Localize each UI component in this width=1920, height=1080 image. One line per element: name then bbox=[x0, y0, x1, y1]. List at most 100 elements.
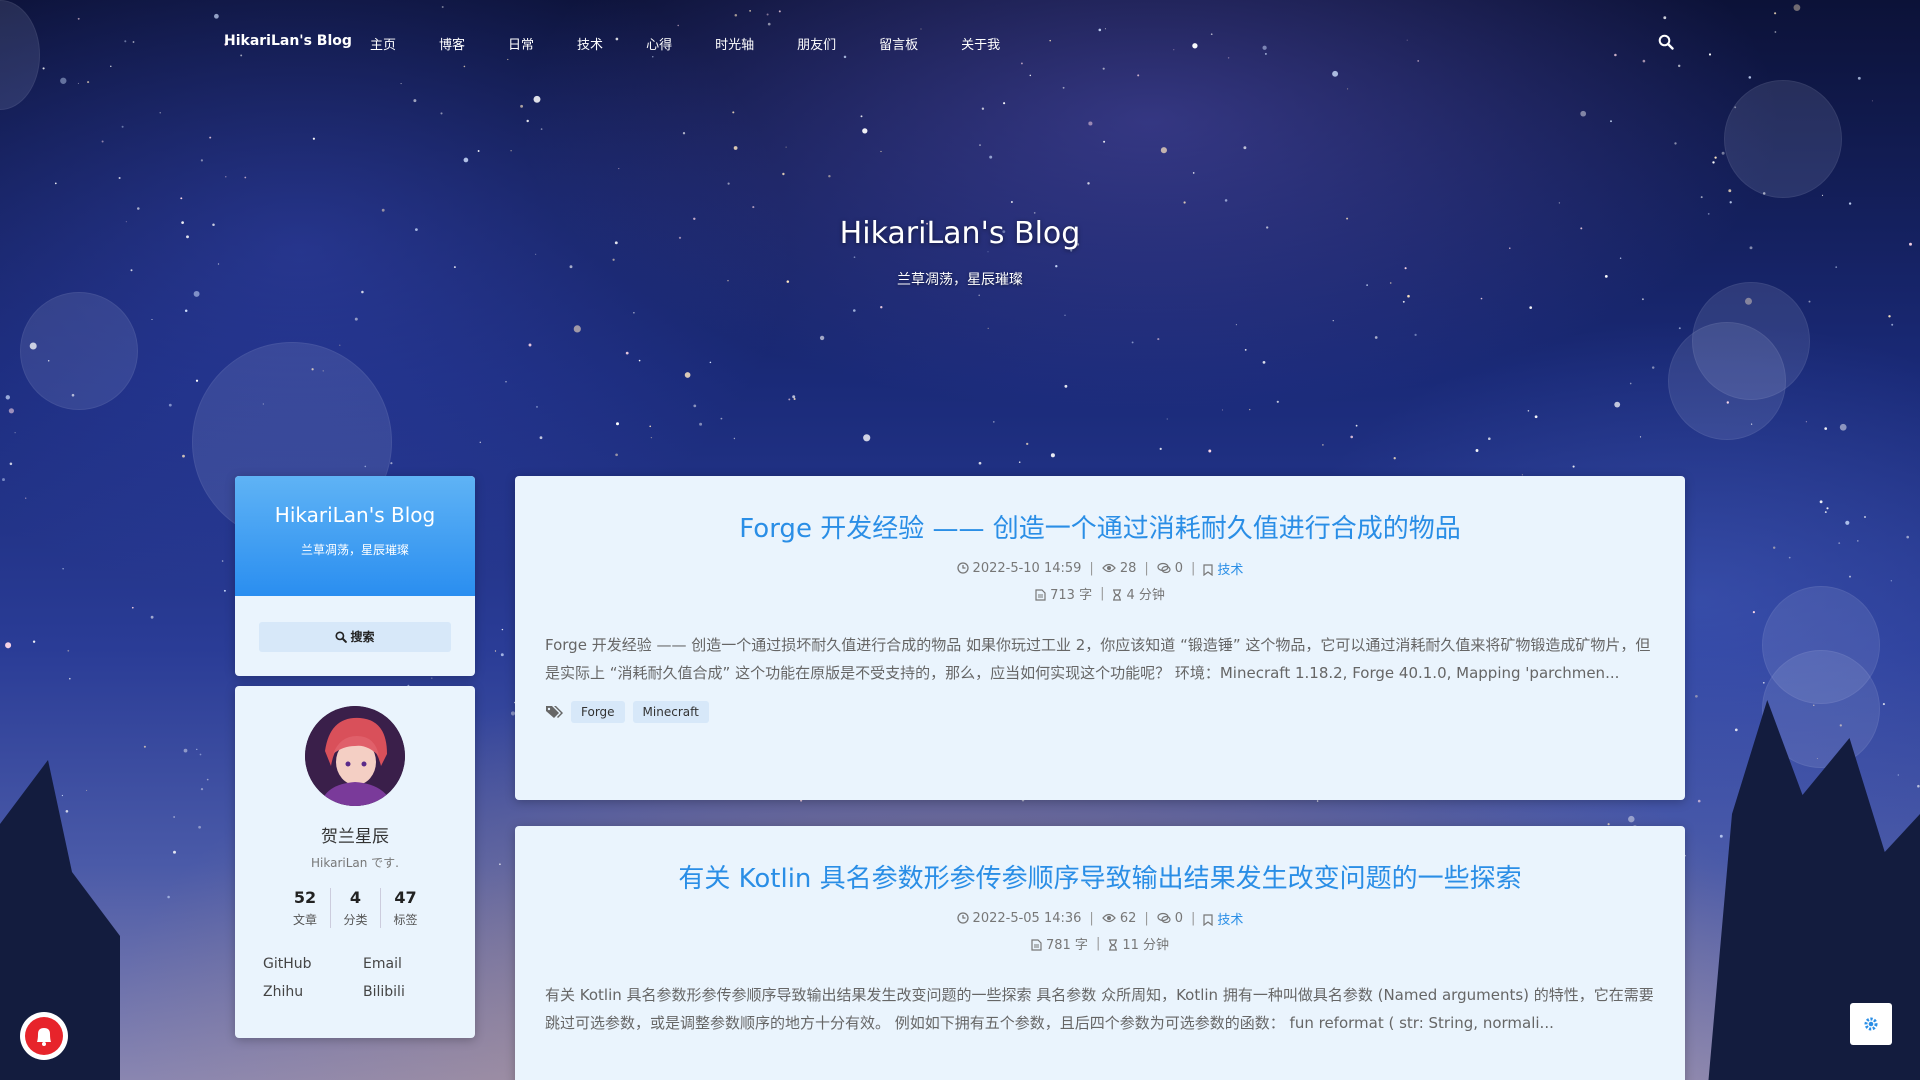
star bbox=[792, 395, 796, 399]
top-navigation: HikariLan's Blog 主页 博客 日常 技术 心得 时光轴 朋友们 … bbox=[0, 0, 1920, 86]
nav-item-daily[interactable]: 日常 bbox=[508, 34, 534, 53]
star bbox=[381, 208, 385, 212]
star bbox=[638, 359, 641, 362]
sidebar-brand-card: HikariLan's Blog 兰草凋荡，星辰璀璨 搜索 bbox=[235, 476, 475, 676]
post-read-time: 4 分钟 bbox=[1112, 584, 1165, 603]
star bbox=[1651, 366, 1655, 369]
star bbox=[633, 312, 635, 314]
star bbox=[143, 745, 146, 748]
star bbox=[1033, 212, 1036, 214]
post-title[interactable]: Forge 开发经验 —— 创造一个通过消耗耐久值进行合成的物品 bbox=[515, 508, 1685, 545]
star bbox=[788, 398, 791, 401]
star bbox=[1393, 457, 1396, 460]
comment-icon bbox=[1157, 562, 1171, 574]
search-icon[interactable] bbox=[1658, 34, 1676, 52]
star bbox=[1018, 461, 1021, 464]
star bbox=[1166, 418, 1168, 420]
post-category[interactable]: 技术 bbox=[1203, 909, 1243, 928]
star bbox=[819, 335, 825, 341]
star bbox=[390, 462, 393, 465]
post-comments: 0 bbox=[1157, 911, 1183, 926]
notification-bell-button[interactable] bbox=[20, 1012, 68, 1060]
post-category[interactable]: 技术 bbox=[1203, 559, 1243, 578]
star bbox=[1845, 520, 1850, 525]
star bbox=[709, 361, 712, 364]
star bbox=[1891, 323, 1894, 326]
nav-item-tech[interactable]: 技术 bbox=[577, 34, 603, 53]
stat-categories-count: 4 bbox=[349, 888, 362, 907]
settings-button[interactable] bbox=[1850, 1003, 1892, 1045]
star bbox=[573, 325, 581, 333]
star bbox=[1917, 784, 1920, 788]
star bbox=[217, 263, 220, 265]
tag-forge[interactable]: Forge bbox=[571, 701, 625, 723]
star bbox=[1712, 161, 1715, 164]
sidebar-brand-title[interactable]: HikariLan's Blog bbox=[235, 476, 475, 527]
star bbox=[494, 650, 497, 652]
star bbox=[1607, 823, 1610, 826]
nav-item-notes[interactable]: 心得 bbox=[646, 34, 672, 53]
stat-posts[interactable]: 52 文章 bbox=[280, 888, 330, 928]
star bbox=[981, 107, 985, 110]
link-email[interactable]: Email bbox=[363, 956, 463, 972]
star bbox=[863, 434, 871, 442]
star bbox=[1350, 435, 1354, 439]
star bbox=[1906, 535, 1909, 539]
sidebar-brand-subtitle: 兰草凋荡，星辰璀璨 bbox=[300, 543, 409, 557]
post-category-link[interactable]: 技术 bbox=[1217, 913, 1243, 928]
link-zhihu[interactable]: Zhihu bbox=[263, 984, 363, 1000]
star bbox=[860, 115, 863, 118]
star bbox=[1262, 361, 1266, 364]
star bbox=[1407, 294, 1410, 298]
nav-brand[interactable]: HikariLan's Blog bbox=[224, 33, 352, 49]
nav-item-guestbook[interactable]: 留言板 bbox=[879, 34, 918, 53]
star bbox=[618, 168, 620, 170]
star bbox=[785, 146, 787, 148]
hourglass-icon bbox=[1109, 939, 1118, 951]
star bbox=[1871, 100, 1873, 102]
nav-item-blog[interactable]: 博客 bbox=[439, 34, 465, 53]
star bbox=[1614, 401, 1621, 408]
nav-item-timeline[interactable]: 时光轴 bbox=[715, 34, 754, 53]
star bbox=[1475, 449, 1479, 452]
star bbox=[1131, 341, 1134, 344]
star bbox=[1752, 611, 1755, 614]
star bbox=[463, 157, 469, 163]
stat-tags-count: 47 bbox=[394, 888, 417, 907]
star bbox=[853, 256, 856, 259]
tag-minecraft[interactable]: Minecraft bbox=[632, 701, 709, 723]
meta-separator: | bbox=[1089, 561, 1094, 576]
link-bilibili[interactable]: Bilibili bbox=[363, 984, 463, 1000]
star bbox=[1244, 349, 1247, 351]
star bbox=[1276, 400, 1279, 403]
post-category-link[interactable]: 技术 bbox=[1217, 563, 1243, 578]
post-views: 62 bbox=[1101, 911, 1136, 926]
nav-item-friends[interactable]: 朋友们 bbox=[797, 34, 836, 53]
star bbox=[1088, 121, 1093, 126]
star bbox=[650, 436, 653, 439]
stat-tags[interactable]: 47 标签 bbox=[380, 888, 430, 928]
stat-tags-label: 标签 bbox=[393, 913, 418, 927]
star bbox=[1788, 556, 1791, 559]
post-views-count: 28 bbox=[1119, 561, 1137, 576]
star bbox=[499, 863, 501, 866]
link-github[interactable]: GitHub bbox=[263, 956, 363, 972]
nav-item-about[interactable]: 关于我 bbox=[961, 34, 1000, 53]
star bbox=[978, 294, 980, 297]
star bbox=[1628, 815, 1635, 823]
avatar[interactable] bbox=[305, 706, 405, 806]
sidebar-search-button[interactable]: 搜索 bbox=[259, 622, 451, 652]
star bbox=[173, 850, 176, 854]
nav-item-home[interactable]: 主页 bbox=[370, 34, 396, 53]
star bbox=[625, 351, 629, 355]
stat-categories[interactable]: 4 分类 bbox=[330, 888, 380, 928]
star bbox=[862, 128, 868, 134]
star bbox=[69, 677, 71, 680]
post-title[interactable]: 有关 Kotlin 具名参数形参传参顺序导致输出结果发生改变问题的一些探索 bbox=[515, 858, 1685, 895]
post-meta: 2022-5-05 14:36 | 62 | 0 | 技术 bbox=[515, 909, 1685, 928]
star bbox=[131, 606, 134, 609]
star bbox=[121, 125, 124, 128]
hourglass-icon bbox=[1113, 589, 1122, 601]
star bbox=[1824, 427, 1828, 430]
star bbox=[733, 146, 738, 150]
